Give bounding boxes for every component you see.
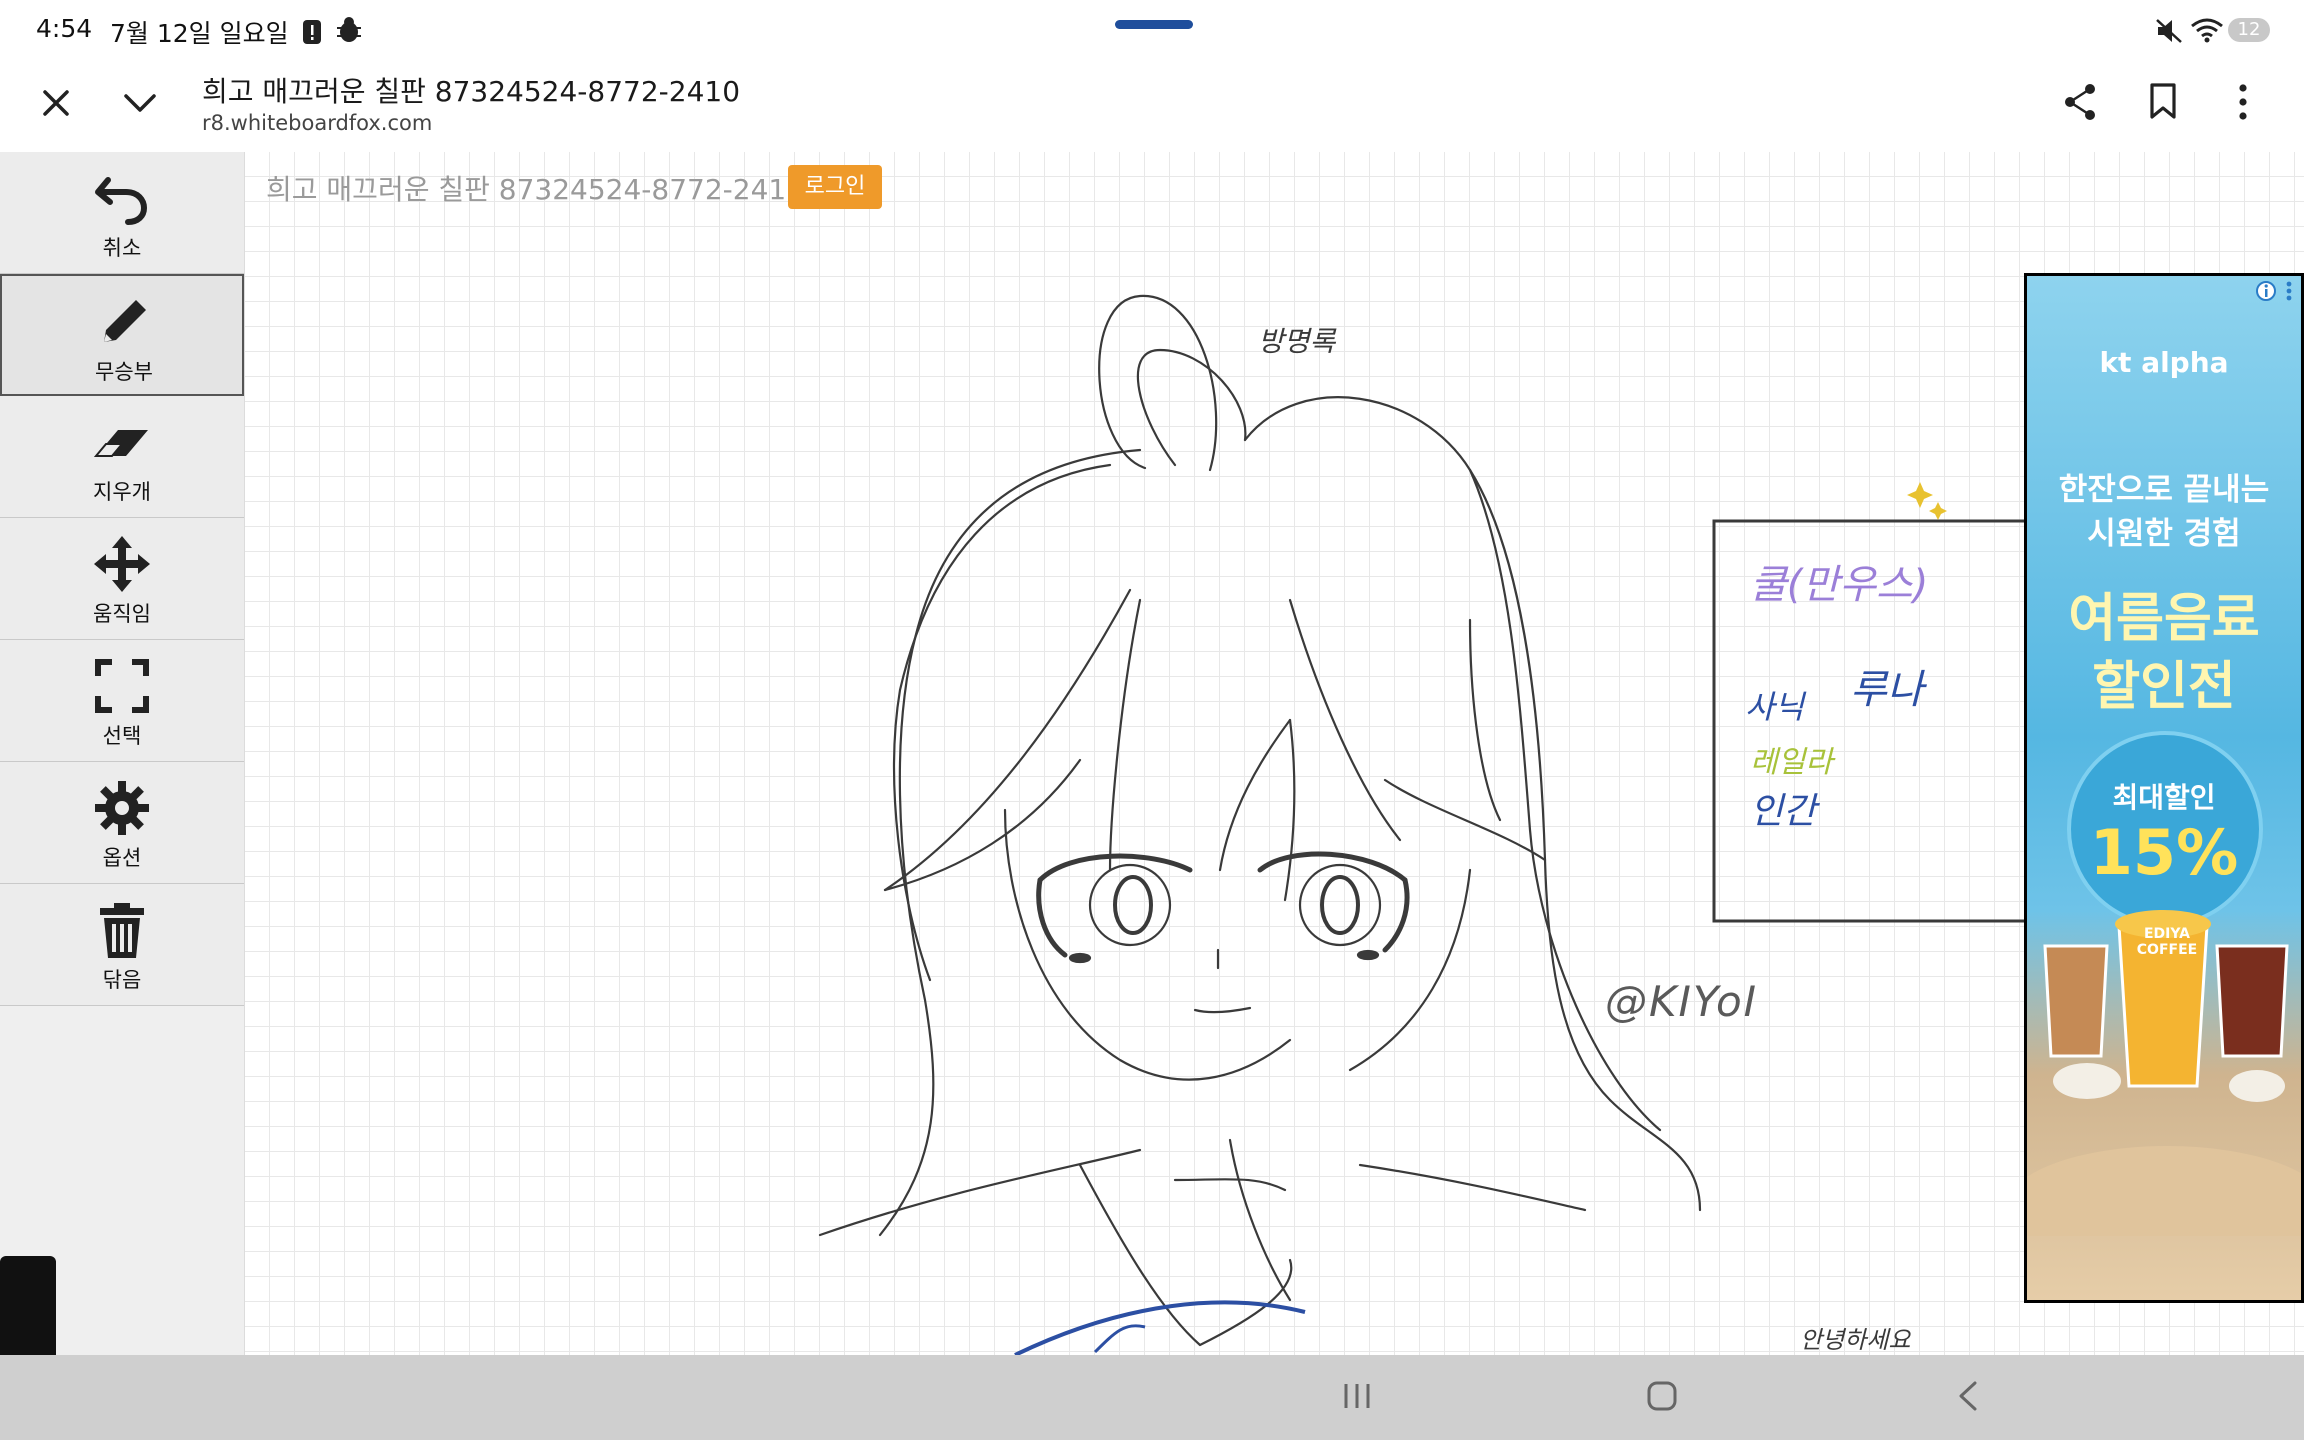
board-title: 희고 매끄러운 칠판 87324524-8772-241 — [266, 173, 787, 206]
select-label: 선택 — [102, 724, 142, 748]
share-icon[interactable] — [2062, 82, 2098, 122]
wifi-icon — [2191, 18, 2223, 43]
advertisement[interactable]: kt alpha 한잔으로 끝내는 시원한 경험 여름음료 할인전 최대할인 1… — [2024, 273, 2304, 1303]
ad-brand: kt alpha — [2099, 346, 2229, 379]
more-vert-icon[interactable] — [2236, 82, 2250, 122]
home-icon[interactable] — [1645, 1379, 1679, 1413]
status-date: 7월 12일 일요일 — [110, 19, 289, 48]
ad-menu-icon[interactable] — [2283, 280, 2295, 302]
guestbook-entry: 레일라 — [1750, 745, 1833, 780]
draw-label: 무승부 — [95, 360, 153, 384]
mute-icon — [2156, 19, 2182, 43]
guestbook-title: 방명록 — [1258, 325, 1336, 358]
select-icon — [95, 659, 149, 713]
undo-label: 취소 — [102, 236, 142, 260]
pencil-icon — [104, 300, 146, 342]
tool-sidebar: 취소 무승부 지우개 움직임 선택 옵션 닦음 — [0, 152, 245, 1357]
recent-apps-icon[interactable] — [1340, 1381, 1374, 1411]
back-icon[interactable] — [1955, 1379, 1981, 1413]
guestbook-entry: 인간 — [1750, 791, 1817, 832]
close-icon[interactable] — [40, 87, 72, 119]
bottom-text: 안녕하세요 — [1800, 1326, 1911, 1354]
gear-icon — [95, 781, 149, 835]
guestbook-entry: 쿨(만우스) — [1750, 562, 1929, 608]
login-button[interactable]: 로그인 — [788, 165, 882, 209]
bookmark-icon[interactable] — [2148, 82, 2178, 120]
battery-indicator: 12 — [2228, 18, 2270, 42]
undo-icon — [95, 177, 148, 225]
clear-label: 닦음 — [102, 968, 142, 992]
discount-value: 15% — [2089, 816, 2239, 889]
chevron-down-icon[interactable] — [122, 90, 158, 116]
move-icon — [94, 536, 150, 592]
bug-icon — [337, 17, 361, 42]
undo-button[interactable]: 취소 — [0, 152, 244, 274]
eraser-label: 지우개 — [93, 480, 151, 504]
move-label: 움직임 — [93, 602, 151, 626]
ad-line1: 한잔으로 끝내는 — [2058, 472, 2270, 508]
page-url[interactable]: r8.whiteboardfox.com — [202, 111, 432, 135]
nav-bar — [0, 1355, 2304, 1440]
ad-line2: 시원한 경험 — [2087, 516, 2241, 552]
discount-label: 최대할인 — [2112, 781, 2216, 814]
info-icon[interactable] — [2255, 280, 2277, 302]
drag-handle[interactable] — [1115, 20, 1193, 29]
trash-icon — [100, 903, 144, 958]
options-label: 옵션 — [102, 846, 142, 870]
move-button[interactable]: 움직임 — [0, 518, 244, 640]
alert-icon — [303, 20, 321, 44]
ad-headline: 할인전 — [2092, 657, 2236, 717]
guestbook-entry: 루나 — [1850, 667, 1924, 713]
eraser-button[interactable]: 지우개 — [0, 396, 244, 518]
clear-button[interactable]: 닦음 — [0, 884, 244, 1006]
cup-label: EDIYA COFFEE — [2136, 926, 2198, 958]
whiteboard-canvas[interactable]: 방명록 쿨(만우스) 사닉 루나 레일라 인간 @KIYoI 안녕하세요 — [245, 152, 2304, 1357]
signature-text: @KIYoI — [1605, 977, 1759, 1026]
page-title: 희고 매끄러운 칠판 87324524-8772-2410 — [202, 75, 741, 108]
ad-headline: 여름음료 — [2068, 589, 2260, 649]
options-button[interactable]: 옵션 — [0, 762, 244, 884]
status-bar: 4:54 7월 12일 일요일 12 — [0, 0, 2304, 60]
draw-button[interactable]: 무승부 — [0, 274, 244, 396]
status-time: 4:54 — [36, 14, 93, 43]
guestbook-entry: 사닉 — [1745, 688, 1804, 726]
eraser-icon — [93, 430, 148, 457]
select-button[interactable]: 선택 — [0, 640, 244, 762]
